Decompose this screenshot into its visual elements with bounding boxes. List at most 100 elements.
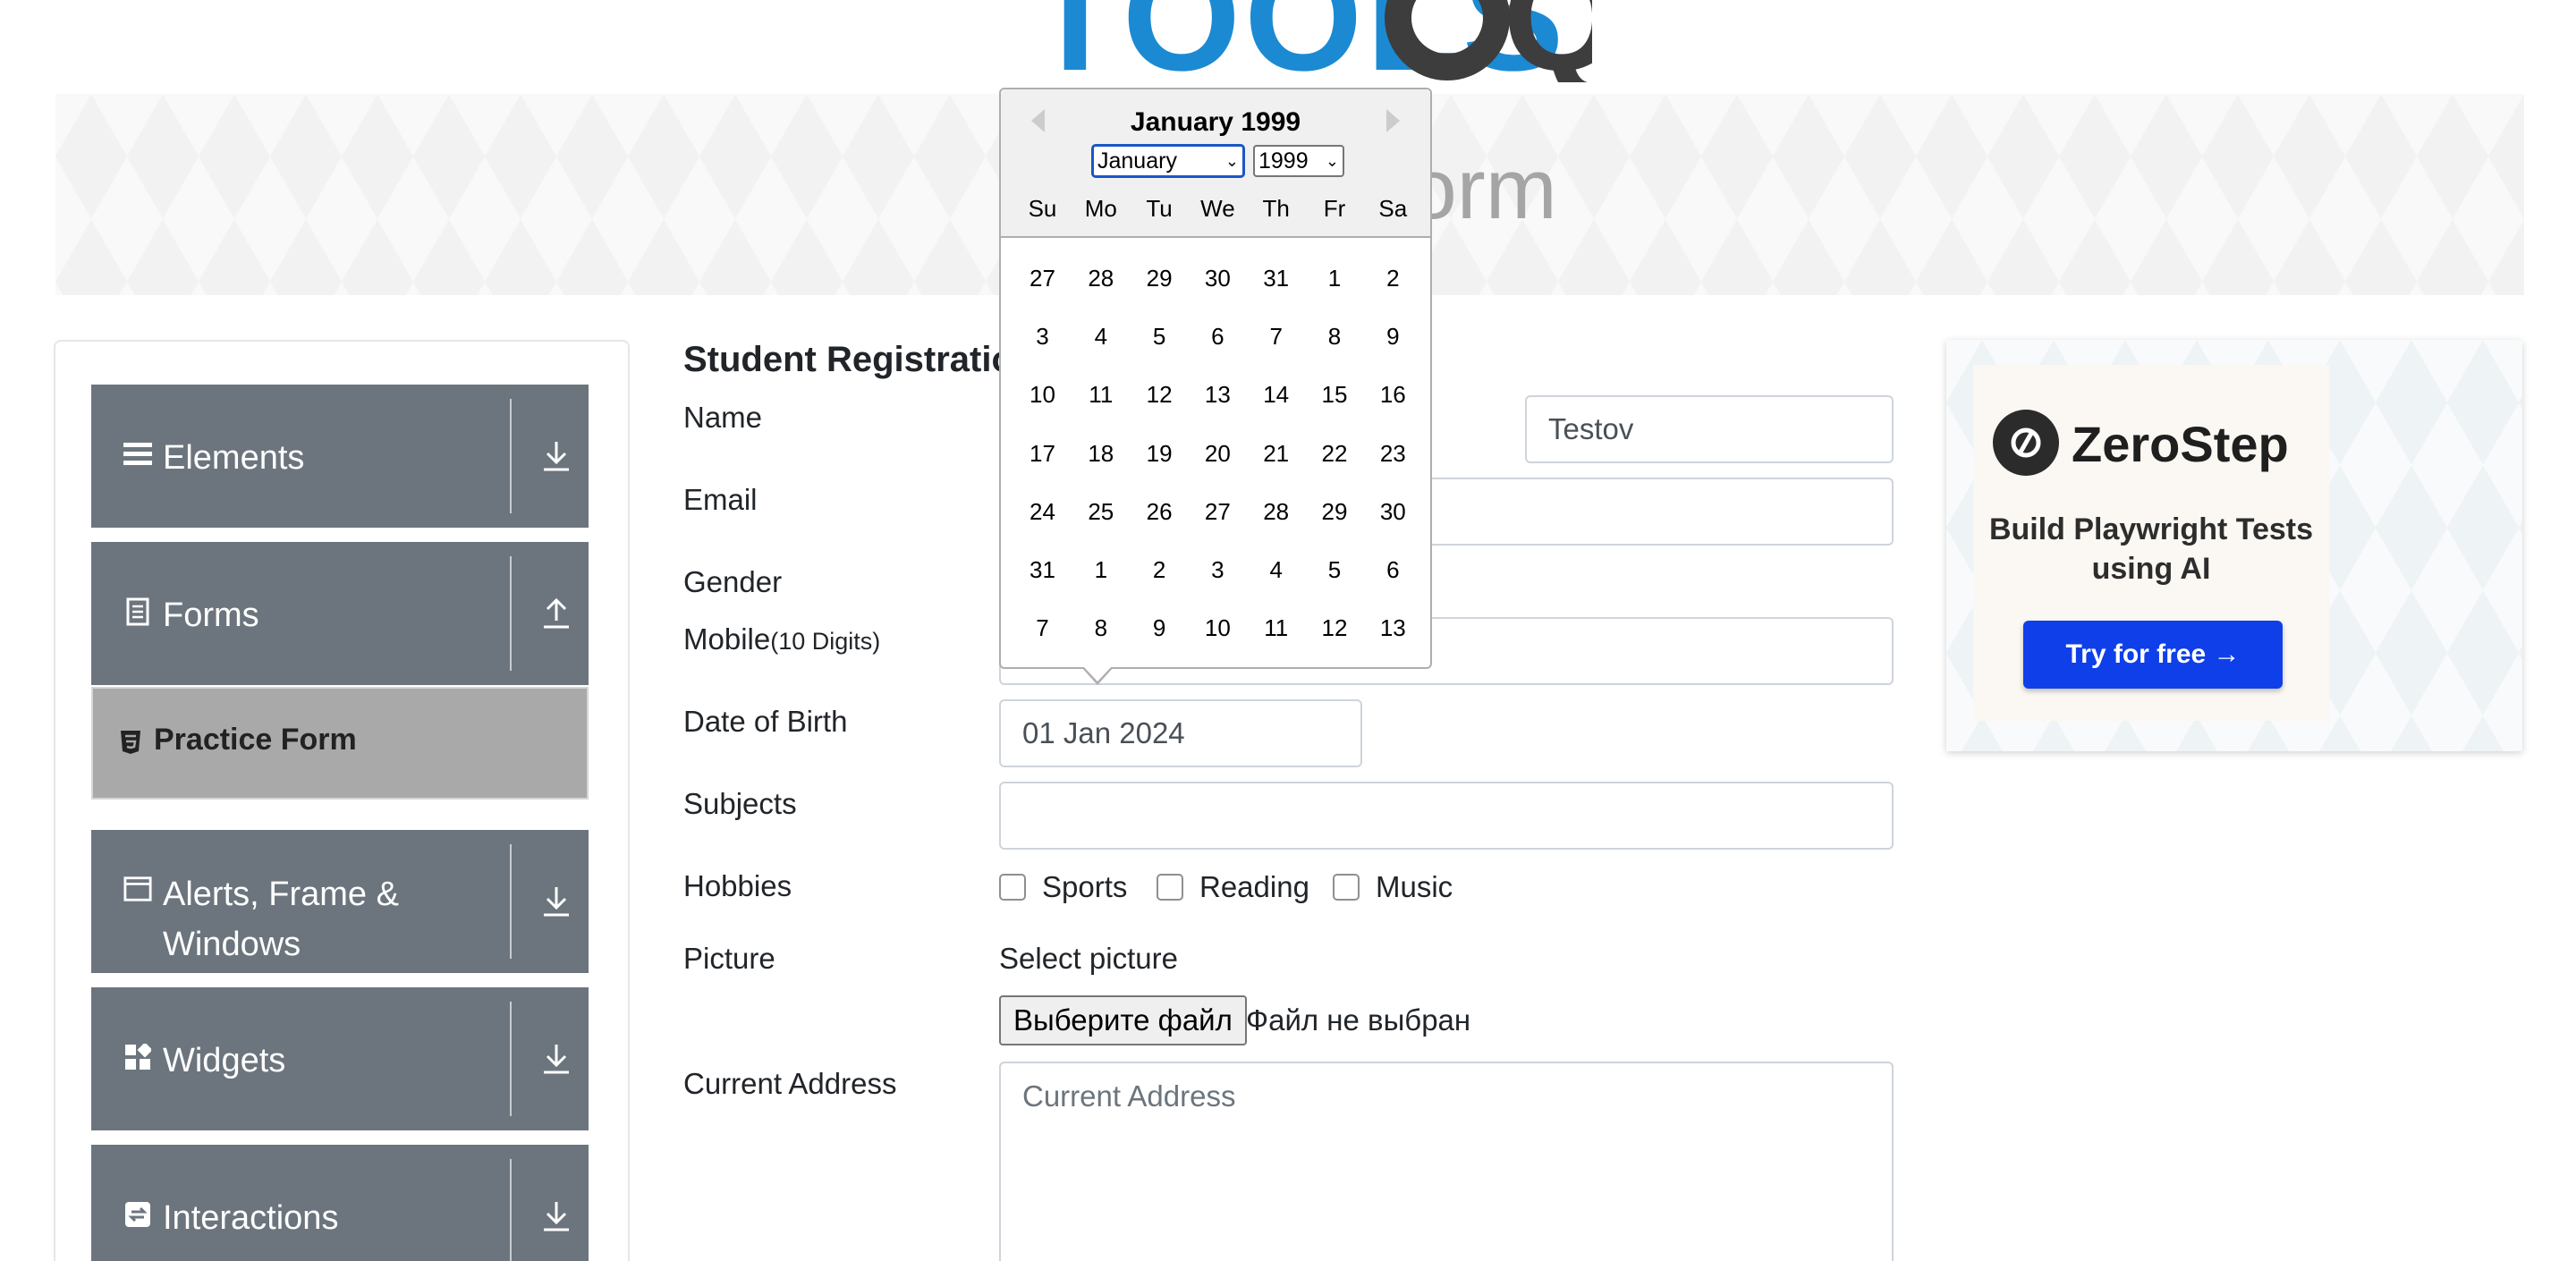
hobby-sports[interactable]: Sports	[999, 869, 1127, 905]
divider	[510, 1002, 512, 1116]
calendar-day[interactable]: 6	[1364, 556, 1422, 584]
calendar-day[interactable]: 27	[1189, 498, 1247, 526]
calendar-day[interactable]: 4	[1247, 556, 1305, 584]
calendar-day[interactable]: 7	[1247, 323, 1305, 351]
calendar-day[interactable]: 13	[1364, 614, 1422, 642]
zerostep-ad[interactable]: ZeroStep Build Playwright Tests using AI…	[1946, 340, 2522, 751]
calendar-day[interactable]: 16	[1364, 381, 1422, 409]
window-icon	[123, 875, 152, 903]
ad-brand: ZeroStep	[2072, 416, 2289, 472]
sidebar-group-alerts-frame-windows[interactable]: Alerts, Frame & Windows	[91, 830, 589, 973]
hobby-reading[interactable]: Reading	[1157, 869, 1309, 905]
calendar-day[interactable]: 5	[1131, 323, 1189, 351]
calendar-day[interactable]: 31	[1247, 265, 1305, 292]
calendar-day[interactable]: 3	[1013, 323, 1072, 351]
sports-checkbox[interactable]	[999, 874, 1026, 901]
calendar-day[interactable]: 26	[1131, 498, 1189, 526]
calendar-day[interactable]: 8	[1306, 323, 1364, 351]
choose-file-button[interactable]: Выберите файл	[999, 995, 1247, 1045]
year-select[interactable]: 1999 ⌄	[1253, 145, 1344, 177]
calendar-day[interactable]: 8	[1072, 614, 1130, 642]
divider	[510, 1159, 512, 1261]
date-of-birth-input[interactable]	[999, 699, 1362, 767]
download-arrow-icon[interactable]	[528, 866, 585, 937]
zerostep-logo-icon	[1993, 410, 2059, 476]
calendar-day[interactable]: 17	[1013, 440, 1072, 468]
music-checkbox[interactable]	[1333, 874, 1360, 901]
hamburger-icon	[123, 440, 152, 469]
calendar-day[interactable]: 12	[1131, 381, 1189, 409]
calendar-day[interactable]: 11	[1072, 381, 1130, 409]
download-arrow-icon[interactable]	[528, 1181, 585, 1252]
calendar-day[interactable]: 1	[1306, 265, 1364, 292]
sidebar: Elements Forms Practice Form Alerts, Fra…	[54, 340, 630, 1261]
upload-arrow-icon[interactable]	[528, 578, 585, 649]
hobby-label: Sports	[1042, 870, 1128, 903]
calendar-day[interactable]: 3	[1189, 556, 1247, 584]
calendar-day[interactable]: 30	[1189, 265, 1247, 292]
calendar-day[interactable]: 6	[1189, 323, 1247, 351]
calendar-day[interactable]: 12	[1306, 614, 1364, 642]
calendar-day[interactable]: 28	[1072, 265, 1130, 292]
month-select[interactable]: January ⌄	[1092, 145, 1244, 177]
calendar-day[interactable]: 9	[1131, 614, 1189, 642]
html5-icon	[120, 730, 141, 761]
ad-tagline: Build Playwright Tests using AI	[1988, 512, 2314, 586]
hobby-music[interactable]: Music	[1333, 869, 1453, 905]
calendar-day[interactable]: 23	[1364, 440, 1422, 468]
calendar-day[interactable]: 4	[1072, 323, 1130, 351]
calendar-day[interactable]: 30	[1364, 498, 1422, 526]
weekday-header: We	[1200, 195, 1235, 222]
hobby-label: Music	[1376, 870, 1453, 903]
ad-card: ZeroStep Build Playwright Tests using AI…	[1973, 365, 2329, 721]
calendar-day[interactable]: 24	[1013, 498, 1072, 526]
picture-label: Picture	[683, 942, 775, 975]
sidebar-group-label: Interactions	[163, 1199, 339, 1237]
sidebar-group-interactions[interactable]: Interactions	[91, 1145, 589, 1261]
calendar-day[interactable]: 20	[1189, 440, 1247, 468]
download-arrow-icon[interactable]	[528, 420, 585, 492]
calendar-day[interactable]: 14	[1247, 381, 1305, 409]
current-address-textarea[interactable]	[999, 1062, 1894, 1261]
weekday-header: Th	[1262, 195, 1290, 222]
calendar-day[interactable]: 2	[1131, 556, 1189, 584]
calendar-day[interactable]: 10	[1013, 381, 1072, 409]
sidebar-group-forms[interactable]: Forms	[91, 542, 589, 685]
calendar-day[interactable]: 28	[1247, 498, 1305, 526]
sidebar-group-elements[interactable]: Elements	[91, 385, 589, 528]
calendar-day[interactable]: 19	[1131, 440, 1189, 468]
hobbies-label: Hobbies	[683, 869, 792, 902]
sidebar-group-label: Forms	[163, 597, 259, 634]
subjects-input[interactable]	[999, 782, 1894, 850]
download-arrow-icon[interactable]	[528, 1023, 585, 1095]
datepicker-popup: January 1999 January ⌄ 1999 ⌄ Su Mo Tu We Th…	[999, 88, 1432, 685]
calendar-day[interactable]: 1	[1072, 556, 1130, 584]
calendar-day[interactable]: 22	[1306, 440, 1364, 468]
last-name-input[interactable]	[1525, 395, 1894, 463]
calendar-day[interactable]: 25	[1072, 498, 1130, 526]
sidebar-item-label: Practice Form	[154, 723, 357, 757]
reading-checkbox[interactable]	[1157, 874, 1183, 901]
calendar-day[interactable]: 11	[1247, 614, 1305, 642]
calendar-day[interactable]: 5	[1306, 556, 1364, 584]
toolsqa-logo[interactable]: TOOLS QA	[1020, 0, 1592, 82]
calendar-day[interactable]: 15	[1306, 381, 1364, 409]
calendar-day[interactable]: 9	[1364, 323, 1422, 351]
calendar-day[interactable]: 31	[1013, 556, 1072, 584]
calendar-day[interactable]: 29	[1131, 265, 1189, 292]
calendar-day[interactable]: 29	[1306, 498, 1364, 526]
calendar-day[interactable]: 18	[1072, 440, 1130, 468]
sidebar-item-practice-form[interactable]: Practice Form	[91, 687, 589, 800]
calendar-day[interactable]: 10	[1189, 614, 1247, 642]
divider	[510, 556, 512, 671]
calendar-day[interactable]: 7	[1013, 614, 1072, 642]
widgets-icon	[123, 1043, 152, 1071]
calendar-day[interactable]: 13	[1189, 381, 1247, 409]
calendar-day[interactable]: 27	[1013, 265, 1072, 292]
try-for-free-button[interactable]: Try for free →	[2023, 621, 2283, 689]
sidebar-group-widgets[interactable]: Widgets	[91, 987, 589, 1130]
weekday-header: Su	[1028, 195, 1057, 222]
calendar-day[interactable]: 2	[1364, 265, 1422, 292]
weekday-header: Sa	[1378, 195, 1408, 222]
calendar-day[interactable]: 21	[1247, 440, 1305, 468]
